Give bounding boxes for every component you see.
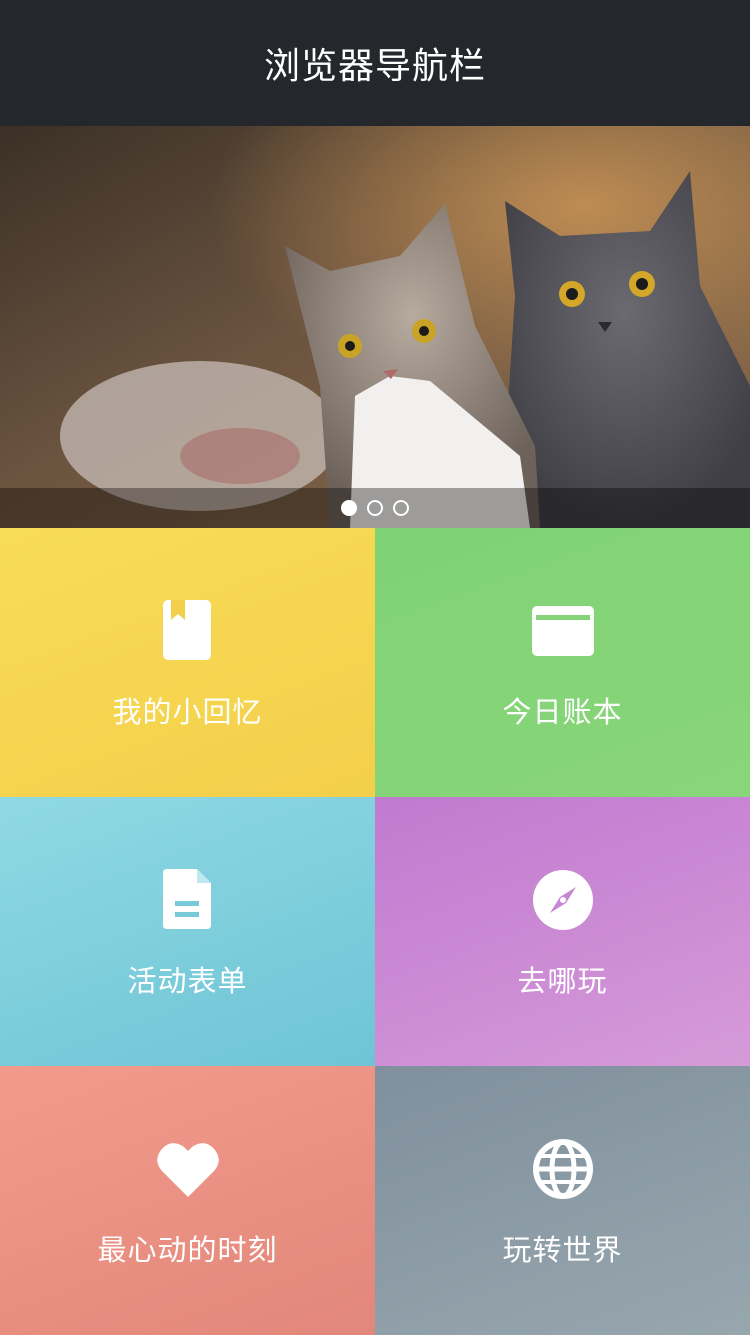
- banner-cats-image: [0, 126, 750, 528]
- navigation-bar: 浏览器导航栏: [0, 0, 750, 126]
- compass-icon: [531, 868, 595, 932]
- tile-label: 去哪玩: [517, 963, 608, 998]
- heart-icon: [156, 1137, 220, 1201]
- tile-explore-world[interactable]: 玩转世界: [375, 1066, 750, 1335]
- tile-label: 玩转世界: [502, 1232, 623, 1267]
- tile-memories[interactable]: 我的小回忆: [0, 528, 375, 797]
- carousel-dot-1[interactable]: [341, 500, 357, 516]
- document-form-icon: [156, 868, 220, 932]
- tile-label: 最心动的时刻: [97, 1232, 278, 1267]
- carousel-indicator: [0, 488, 750, 528]
- globe-icon: [531, 1137, 595, 1201]
- carousel-dot-3[interactable]: [393, 500, 409, 516]
- tile-where-to-go[interactable]: 去哪玩: [375, 797, 750, 1066]
- menu-grid: 我的小回忆 今日账本 活动表单 去哪玩 最心动的时刻 玩转世界: [0, 528, 750, 1335]
- tile-daily-ledger[interactable]: 今日账本: [375, 528, 750, 797]
- tile-label: 今日账本: [502, 694, 623, 729]
- banner-carousel[interactable]: [0, 126, 750, 528]
- tile-label: 活动表单: [127, 963, 248, 998]
- page-title: 浏览器导航栏: [263, 46, 486, 87]
- tile-label: 我的小回忆: [112, 694, 263, 729]
- bookmark-book-icon: [156, 599, 220, 663]
- tile-heart-moments[interactable]: 最心动的时刻: [0, 1066, 375, 1335]
- wallet-card-icon: [531, 599, 595, 663]
- carousel-dot-2[interactable]: [367, 500, 383, 516]
- tile-activity-form[interactable]: 活动表单: [0, 797, 375, 1066]
